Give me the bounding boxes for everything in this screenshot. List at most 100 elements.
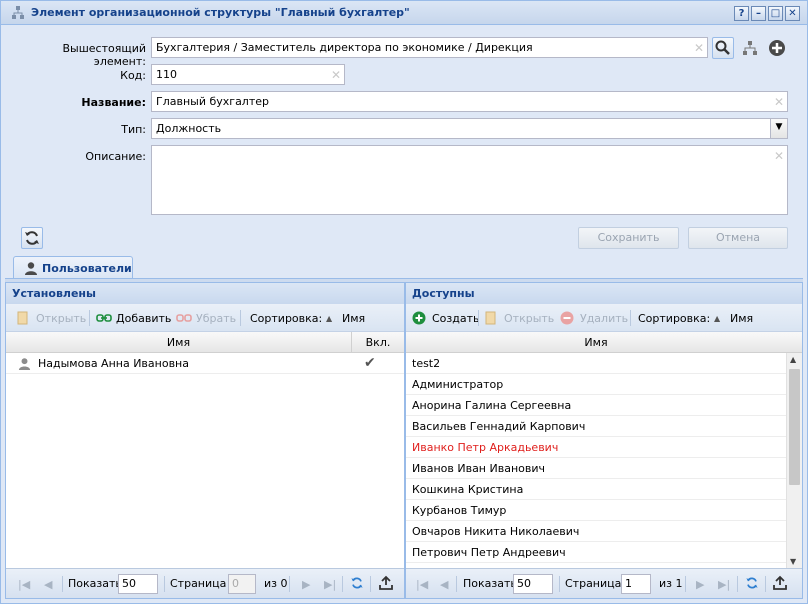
table-row[interactable]: Васильев Геннадий Карпович	[406, 416, 786, 437]
pager-separator	[370, 576, 371, 592]
show-label: Показать	[68, 577, 122, 590]
sort-asc-icon: ▲	[714, 314, 721, 323]
scrollbar-thumb[interactable]	[789, 369, 800, 485]
installed-pager: |◀ ◀ Показать 50 Страница 0 из 0 ▶ ▶|	[6, 568, 404, 598]
toolbar-separator	[630, 310, 631, 326]
type-value: Должность	[156, 122, 222, 135]
last-page-icon[interactable]: ▶|	[718, 578, 730, 591]
help-icon[interactable]: ?	[734, 6, 749, 21]
table-row[interactable]: Администратор	[406, 374, 786, 395]
description-field[interactable]: ✕	[151, 145, 788, 215]
create-button[interactable]: Создать	[432, 312, 480, 325]
pager-separator	[765, 576, 766, 592]
scroll-up-icon[interactable]: ▲	[790, 355, 796, 364]
type-select[interactable]: Должность ▼	[151, 118, 788, 139]
vertical-scrollbar[interactable]: ▲ ▼	[786, 353, 802, 568]
cancel-button[interactable]: Отмена	[688, 227, 788, 249]
open-button[interactable]: Открыть	[36, 312, 86, 325]
prev-page-icon[interactable]: ◀	[440, 578, 448, 591]
type-label: Тип:	[121, 123, 146, 136]
toolbar-separator	[478, 310, 479, 326]
table-row[interactable]: Надымова Анна Ивановна ✔	[6, 353, 404, 374]
available-user-name: Курбанов Тимур	[412, 504, 507, 517]
first-page-icon[interactable]: |◀	[18, 578, 30, 591]
page-size-input[interactable]: 50	[513, 574, 553, 594]
org-tree-button[interactable]	[739, 37, 761, 59]
pager-separator	[456, 576, 457, 592]
clear-icon[interactable]: ✕	[774, 95, 784, 109]
col-name-header[interactable]: Имя	[406, 336, 786, 349]
sort-label: Сортировка:	[250, 312, 323, 325]
toolbar-separator	[240, 310, 241, 326]
export-icon[interactable]	[772, 575, 788, 591]
col-incl-header[interactable]: Вкл.	[352, 336, 404, 349]
pager-separator	[62, 576, 63, 592]
refresh-form-button[interactable]	[21, 227, 43, 249]
tab-users-label: Пользователи	[42, 262, 132, 275]
next-page-icon[interactable]: ▶	[696, 578, 704, 591]
code-field[interactable]: 110 ✕	[151, 64, 345, 85]
export-icon[interactable]	[378, 575, 394, 591]
clear-icon[interactable]: ✕	[774, 149, 784, 163]
page-input[interactable]: 1	[621, 574, 651, 594]
user-icon	[25, 262, 37, 275]
parent-field[interactable]: Бухгалтерия / Заместитель директора по э…	[151, 37, 708, 58]
open-button[interactable]: Открыть	[504, 312, 554, 325]
col-name-header[interactable]: Имя	[6, 336, 351, 349]
toolbar-separator	[89, 310, 90, 326]
available-user-name: Овчаров Никита Николаевич	[412, 525, 580, 538]
page-of-label: из 0	[264, 577, 288, 590]
table-row[interactable]: Петрович Петр Андреевич	[406, 542, 786, 563]
last-page-icon[interactable]: ▶|	[324, 578, 336, 591]
table-row[interactable]: test2	[406, 353, 786, 374]
table-row[interactable]: Анорина Галина Сергеевна	[406, 395, 786, 416]
available-user-name: Васильев Геннадий Карпович	[412, 420, 586, 433]
page-input[interactable]: 0	[228, 574, 256, 594]
name-value: Главный бухгалтер	[156, 95, 269, 108]
tab-users[interactable]: Пользователи	[13, 256, 133, 279]
prev-page-icon[interactable]: ◀	[44, 578, 52, 591]
name-field[interactable]: Главный бухгалтер ✕	[151, 91, 788, 112]
chevron-down-icon[interactable]: ▼	[770, 119, 787, 138]
first-page-icon[interactable]: |◀	[416, 578, 428, 591]
table-row[interactable]: Кошкина Кристина	[406, 479, 786, 500]
pager-separator	[289, 576, 290, 592]
code-value: 110	[156, 68, 177, 81]
add-button[interactable]: Добавить	[116, 312, 171, 325]
code-label: Код:	[120, 69, 146, 82]
clear-icon[interactable]: ✕	[331, 68, 341, 82]
clear-icon[interactable]: ✕	[694, 41, 704, 55]
window-titlebar: Элемент организационной структуры "Главн…	[1, 1, 807, 25]
refresh-icon[interactable]	[349, 575, 365, 591]
page-size-input[interactable]: 50	[118, 574, 158, 594]
table-row[interactable]: Иванов Иван Иванович	[406, 458, 786, 479]
page-label: Страница	[170, 577, 227, 590]
add-parent-button[interactable]	[766, 37, 788, 59]
next-page-icon[interactable]: ▶	[302, 578, 310, 591]
sort-field-button[interactable]: Имя	[730, 312, 753, 325]
search-icon	[715, 40, 730, 55]
table-row[interactable]: Иванко Петр Аркадьевич	[406, 437, 786, 458]
sort-field-button[interactable]: Имя	[342, 312, 365, 325]
close-icon[interactable]: ✕	[785, 6, 800, 21]
minimize-icon[interactable]: –	[751, 6, 766, 21]
open-doc-icon	[17, 311, 28, 325]
delete-button[interactable]: Удалить	[580, 312, 628, 325]
available-user-name: test2	[412, 357, 441, 370]
table-row[interactable]: Курбанов Тимур	[406, 500, 786, 521]
delete-icon	[560, 311, 574, 325]
sort-label: Сортировка:	[638, 312, 711, 325]
maximize-icon[interactable]: □	[768, 6, 783, 21]
refresh-icon[interactable]	[744, 575, 760, 591]
table-row[interactable]: Овчаров Никита Николаевич	[406, 521, 786, 542]
installed-grid-header: Имя Вкл.	[6, 332, 404, 353]
save-button[interactable]: Сохранить	[578, 227, 679, 249]
available-user-name: Анорина Галина Сергеевна	[412, 399, 572, 412]
name-label: Название:	[81, 96, 146, 109]
search-button[interactable]	[712, 37, 734, 59]
scroll-down-icon[interactable]: ▼	[790, 557, 796, 566]
remove-button[interactable]: Убрать	[196, 312, 236, 325]
available-panel: Доступны Создать Открыть Удалить Сортиро…	[405, 282, 803, 599]
available-user-name: Иванко Петр Аркадьевич	[412, 441, 559, 454]
pager-separator	[342, 576, 343, 592]
